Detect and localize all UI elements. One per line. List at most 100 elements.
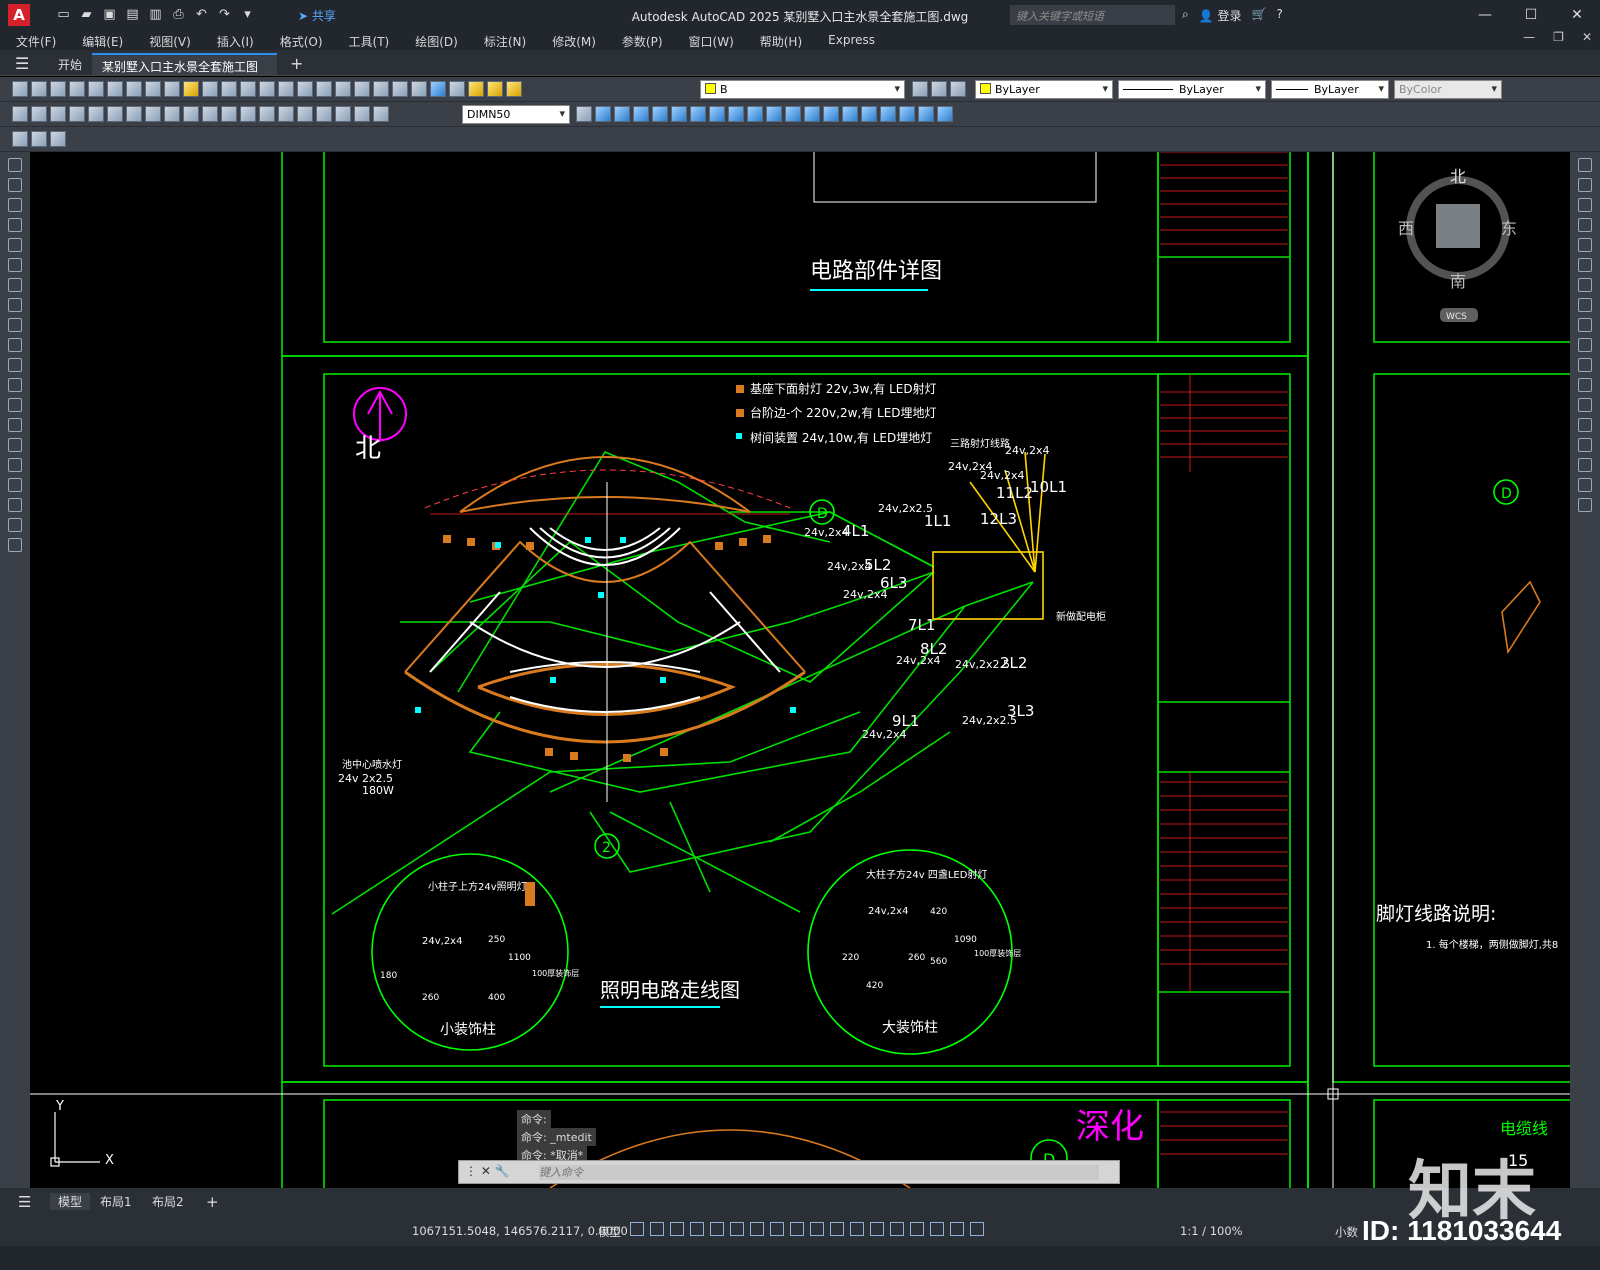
extrude-icon[interactable] (728, 106, 744, 122)
arc-icon[interactable] (8, 258, 22, 272)
help-tb-icon[interactable] (430, 81, 446, 97)
inspect-icon[interactable] (297, 106, 313, 122)
save-icon[interactable]: ▣ (101, 6, 118, 23)
dim-ordinate-icon[interactable] (69, 106, 85, 122)
coordinates-readout[interactable]: 1067151.5048, 146576.2117, 0.0000 (412, 1224, 628, 1238)
undo-tb-icon[interactable] (202, 81, 218, 97)
revcloud-icon[interactable] (8, 298, 22, 312)
insert-block-icon[interactable] (12, 131, 28, 147)
join-icon[interactable] (1578, 418, 1592, 432)
trim-icon[interactable] (1578, 338, 1592, 352)
insert-icon[interactable] (8, 378, 22, 392)
help-icon[interactable]: ? (1276, 7, 1282, 24)
break-point-icon[interactable] (1578, 378, 1592, 392)
dim-space-icon[interactable] (221, 106, 237, 122)
dynamic-input-icon[interactable] (690, 1222, 704, 1236)
doc-close-icon[interactable]: ✕ (1582, 30, 1592, 44)
open-icon[interactable]: ▰ (78, 6, 95, 23)
open-file-icon[interactable] (31, 81, 47, 97)
publish-pdf-icon[interactable] (107, 81, 123, 97)
explode-icon[interactable] (1578, 498, 1592, 512)
make-block-icon[interactable] (8, 398, 22, 412)
dim-style-icon[interactable] (576, 106, 592, 122)
selection-cycling-icon[interactable] (850, 1222, 864, 1236)
menu-insert[interactable]: 插入(I) (201, 30, 264, 50)
zoom-prev-icon[interactable] (297, 81, 313, 97)
menu-hamburger-icon[interactable]: ☰ (15, 54, 29, 73)
menu-express[interactable]: Express (812, 30, 885, 50)
rotate-icon[interactable] (1578, 278, 1592, 292)
sheet-set-icon[interactable] (373, 81, 389, 97)
publish-icon[interactable]: ▥ (147, 6, 164, 23)
layer-dropdown[interactable]: B (700, 80, 905, 99)
annotation-visibility-icon[interactable] (950, 1222, 964, 1236)
quick-dim-icon[interactable] (164, 106, 180, 122)
linetype-dropdown[interactable]: ByLayer (1118, 80, 1266, 99)
union-icon[interactable] (804, 106, 820, 122)
loft-icon[interactable] (785, 106, 801, 122)
menu-help[interactable]: 帮助(H) (744, 30, 812, 50)
line-icon[interactable] (8, 158, 22, 172)
erase-icon[interactable] (1578, 158, 1592, 172)
menu-tools[interactable]: 工具(T) (333, 30, 400, 50)
save-file-icon[interactable] (50, 81, 66, 97)
copy-obj-icon[interactable] (1578, 178, 1592, 192)
cad-drawing[interactable]: 电路部件详图 照明电路走线图 北 基座下面射灯 22v,3w,有 LED射灯 台… (30, 152, 1570, 1188)
wedge-icon[interactable] (614, 106, 630, 122)
layer-props-icon[interactable] (449, 81, 465, 97)
lineweight-icon[interactable] (810, 1222, 824, 1236)
lineweight-dropdown[interactable]: ByLayer (1271, 80, 1389, 99)
menu-format[interactable]: 格式(O) (264, 30, 333, 50)
shell-icon[interactable] (918, 106, 934, 122)
dim-text-edit-icon[interactable] (354, 106, 370, 122)
preview-icon[interactable] (88, 81, 104, 97)
menu-view[interactable]: 视图(V) (133, 30, 201, 50)
menu-file[interactable]: 文件(F) (0, 30, 66, 50)
minimize-icon[interactable]: — (1462, 0, 1508, 30)
drawing-canvas[interactable]: 电路部件详图 照明电路走线图 北 基座下面射灯 22v,3w,有 LED射灯 台… (30, 152, 1570, 1188)
doc-restore-icon[interactable]: ❐ (1553, 30, 1564, 44)
menu-modify[interactable]: 修改(M) (536, 30, 606, 50)
menu-draw[interactable]: 绘图(D) (399, 30, 468, 50)
point-icon[interactable] (8, 418, 22, 432)
array-icon[interactable] (1578, 238, 1592, 252)
tab-start[interactable]: 开始 (48, 53, 92, 75)
snap-icon[interactable] (650, 1222, 664, 1236)
dynamic-ucs-icon[interactable] (890, 1222, 904, 1236)
transparency-icon[interactable] (830, 1222, 844, 1236)
tab-model[interactable]: 模型 (50, 1193, 91, 1210)
undo-icon[interactable]: ↶ (193, 6, 210, 23)
pyramid-icon[interactable] (709, 106, 725, 122)
move-icon[interactable] (1578, 258, 1592, 272)
redo-tb-icon[interactable] (221, 81, 237, 97)
table-icon[interactable] (8, 498, 22, 512)
gradient-icon[interactable] (8, 458, 22, 472)
more-icon[interactable]: ▾ (239, 6, 256, 23)
blend-icon[interactable] (1578, 478, 1592, 492)
dim-continue-icon[interactable] (202, 106, 218, 122)
new-tab-icon[interactable]: + (290, 54, 303, 73)
sweep-icon[interactable] (766, 106, 782, 122)
attach-icon[interactable] (31, 131, 47, 147)
print-icon[interactable] (69, 81, 85, 97)
new-icon[interactable]: ▭ (55, 6, 72, 23)
color-dropdown[interactable]: ByLayer (975, 80, 1113, 99)
gizmo-icon[interactable] (930, 1222, 944, 1236)
layer-states-icon[interactable] (950, 81, 966, 97)
annotation-scale[interactable]: 1:1 / 100% (1180, 1224, 1243, 1238)
tolerance-icon[interactable] (259, 106, 275, 122)
imprint-icon[interactable] (899, 106, 915, 122)
slice-icon[interactable] (861, 106, 877, 122)
cone-icon[interactable] (633, 106, 649, 122)
cut-icon[interactable] (126, 81, 142, 97)
zoom-window-icon[interactable] (278, 81, 294, 97)
polyline-icon[interactable] (8, 198, 22, 212)
markup-icon[interactable] (392, 81, 408, 97)
osnap-icon[interactable] (790, 1222, 804, 1236)
torus-icon[interactable] (690, 106, 706, 122)
design-center-icon[interactable] (335, 81, 351, 97)
tab-layout2[interactable]: 布局2 (152, 1193, 184, 1210)
break-icon[interactable] (1578, 398, 1592, 412)
autocad-logo[interactable]: A (8, 4, 30, 26)
infer-icon[interactable] (670, 1222, 684, 1236)
